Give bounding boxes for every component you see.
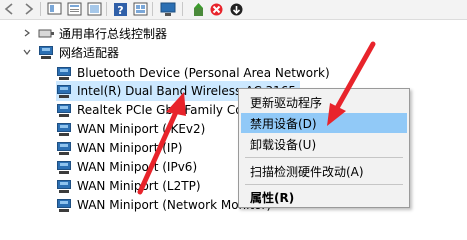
annotation-arrows [137, 41, 376, 195]
annotation-arrow-to-menu-item [327, 41, 376, 126]
annotation-arrow-to-device [137, 92, 186, 195]
